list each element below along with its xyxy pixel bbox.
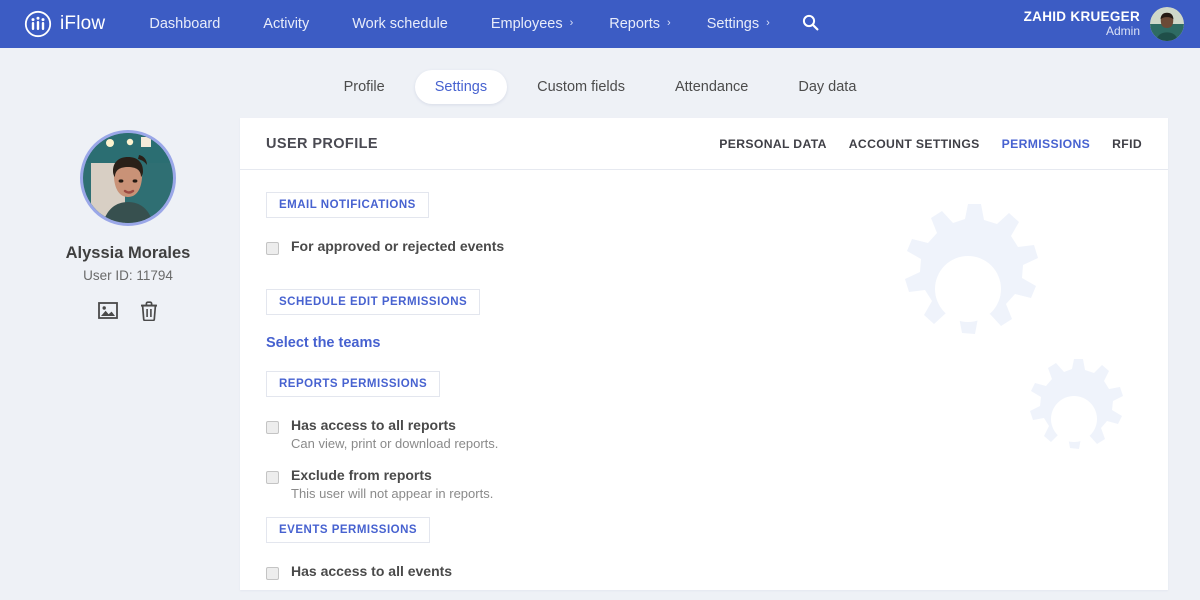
avatar [1150, 7, 1184, 41]
nav-item-reports[interactable]: Reports › [591, 10, 688, 38]
subtab-account-settings[interactable]: ACCOUNT SETTINGS [849, 137, 980, 151]
nav-label: Activity [263, 16, 310, 32]
nav-item-employees[interactable]: Employees › [473, 10, 591, 38]
option-description: Can view, print or download reports. [291, 436, 499, 451]
section-email-notifications: EMAIL NOTIFICATIONS [266, 192, 429, 218]
nav-label: Dashboard [149, 16, 221, 32]
checkbox[interactable] [266, 567, 279, 580]
permissions-content: EMAIL NOTIFICATIONS For approved or reje… [266, 192, 1142, 580]
user-menu[interactable]: ZAHID KRUEGER Admin [1024, 7, 1184, 41]
user-avatar[interactable] [80, 130, 176, 226]
option-has-access-all-events[interactable]: Has access to all events [266, 563, 1142, 580]
section-schedule-edit-permissions: SCHEDULE EDIT PERMISSIONS [266, 289, 481, 315]
card-header: USER PROFILE PERSONAL DATA ACCOUNT SETTI… [240, 118, 1168, 170]
select-teams-link[interactable]: Select the teams [266, 335, 1142, 351]
nav-label: Settings [706, 16, 760, 32]
card-subtabs: PERSONAL DATA ACCOUNT SETTINGS PERMISSIO… [719, 137, 1142, 151]
section-reports-permissions: REPORTS PERMISSIONS [266, 371, 441, 397]
subtab-personal-data[interactable]: PERSONAL DATA [719, 137, 826, 151]
brand-name: iFlow [60, 13, 106, 34]
nav-label: Employees [490, 16, 563, 32]
nav-item-dashboard[interactable]: Dashboard [131, 10, 245, 38]
option-exclude-from-reports[interactable]: Exclude from reports This user will not … [266, 467, 1142, 501]
option-approved-rejected-events[interactable]: For approved or rejected events [266, 238, 1142, 255]
user-profile-card: USER PROFILE PERSONAL DATA ACCOUNT SETTI… [240, 118, 1168, 590]
main-layout: Alyssia Morales User ID: 11794 USER PROF… [0, 104, 1200, 590]
page-tabs: Profile Settings Custom fields Attendanc… [0, 48, 1200, 104]
tab-settings[interactable]: Settings [414, 70, 508, 104]
checkbox[interactable] [266, 242, 279, 255]
sidebar-user-name: Alyssia Morales [65, 244, 191, 262]
tab-attendance[interactable]: Attendance [655, 70, 768, 104]
primary-nav: Dashboard Activity Work schedule Employe… [131, 8, 832, 40]
tab-profile[interactable]: Profile [324, 70, 405, 104]
chevron-right-icon: › [667, 16, 671, 29]
brand-logo[interactable]: iFlow [24, 10, 105, 38]
option-label: Has access to all reports [291, 417, 456, 433]
checkbox[interactable] [266, 421, 279, 434]
chevron-right-icon: › [569, 16, 574, 29]
page-title: USER PROFILE [266, 135, 378, 152]
option-text: Exclude from reports This user will not … [291, 467, 493, 501]
card-body: EMAIL NOTIFICATIONS For approved or reje… [240, 170, 1168, 590]
search-icon [802, 14, 819, 34]
subtab-rfid[interactable]: RFID [1112, 137, 1142, 151]
nav-item-settings[interactable]: Settings › [689, 10, 788, 38]
user-name: ZAHID KRUEGER [1023, 9, 1140, 25]
search-button[interactable] [788, 8, 833, 40]
option-has-access-all-reports[interactable]: Has access to all reports Can view, prin… [266, 417, 1142, 451]
tab-day-data[interactable]: Day data [778, 70, 876, 104]
nav-item-work-schedule[interactable]: Work schedule [334, 10, 473, 38]
user-sidebar: Alyssia Morales User ID: 11794 [32, 118, 224, 322]
subtab-permissions[interactable]: PERMISSIONS [1002, 137, 1091, 151]
nav-item-activity[interactable]: Activity [245, 10, 334, 38]
nav-label: Reports [609, 16, 661, 32]
image-icon[interactable] [98, 301, 118, 321]
tab-custom-fields[interactable]: Custom fields [517, 70, 645, 104]
section-events-permissions: EVENTS PERMISSIONS [266, 517, 431, 543]
option-text: Has access to all reports Can view, prin… [291, 417, 498, 451]
trash-icon[interactable] [140, 301, 158, 322]
sidebar-user-id: User ID: 11794 [83, 268, 173, 283]
user-role: Admin [1105, 23, 1140, 38]
chevron-right-icon: › [766, 16, 770, 29]
nav-label: Work schedule [352, 16, 448, 32]
option-label: For approved or rejected events [291, 238, 505, 254]
option-description: This user will not appear in reports. [291, 486, 494, 501]
option-label: Exclude from reports [291, 467, 432, 483]
sidebar-actions [32, 301, 224, 322]
checkbox[interactable] [266, 471, 279, 484]
option-label: Has access to all events [291, 563, 453, 579]
top-navbar: iFlow Dashboard Activity Work schedule E… [0, 0, 1200, 48]
iflow-logo-icon [24, 10, 52, 38]
user-menu-text: ZAHID KRUEGER Admin [1024, 9, 1140, 38]
